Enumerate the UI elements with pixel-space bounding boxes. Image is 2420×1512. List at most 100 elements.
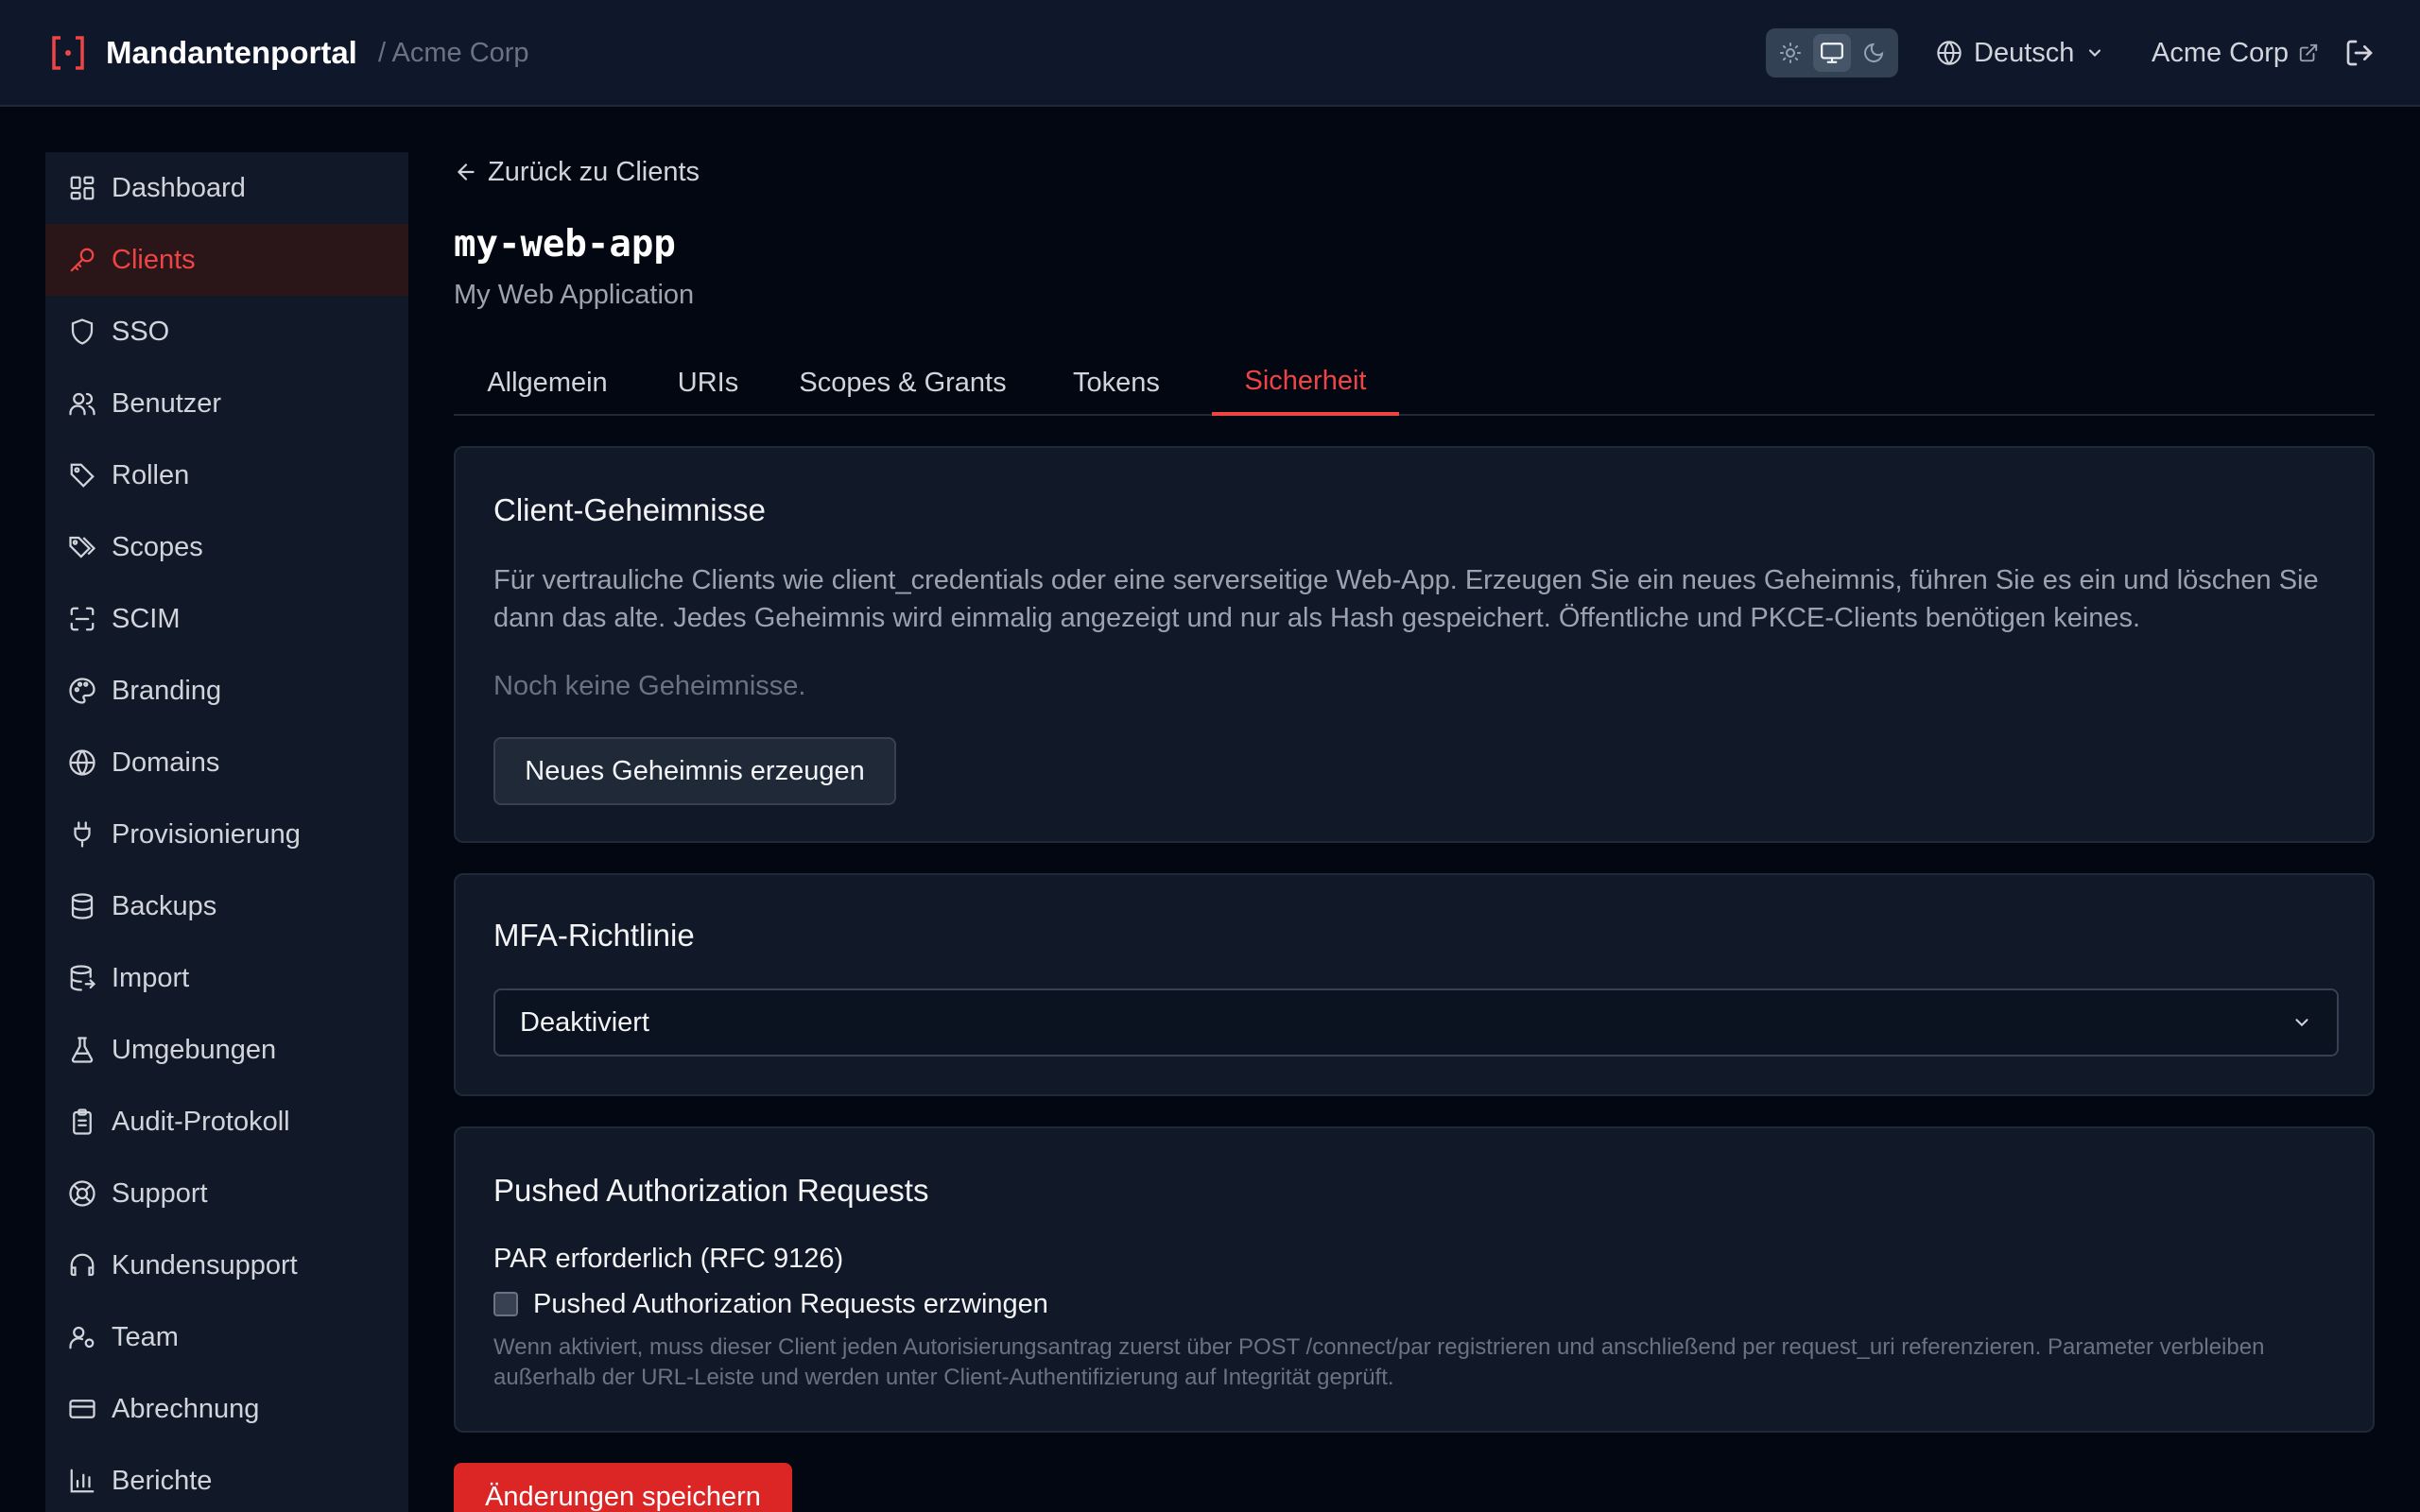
palette-icon	[69, 678, 95, 704]
sidebar-item-rollen[interactable]: Rollen	[45, 439, 408, 511]
sidebar-item-support[interactable]: Support	[45, 1158, 408, 1229]
flask-icon	[71, 1037, 94, 1063]
sidebar-item-label: Benutzer	[112, 387, 222, 419]
card-title: Pushed Authorization Requests	[493, 1173, 929, 1208]
tab-tokens[interactable]: Tokens	[1046, 350, 1187, 416]
database-icon	[71, 893, 94, 919]
database-import-icon	[70, 965, 96, 991]
dashboard-icon	[70, 176, 95, 200]
tenant-breadcrumb: / Acme Corp	[378, 38, 529, 68]
sidebar-item-abrechnung[interactable]: Abrechnung	[45, 1373, 408, 1445]
theme-toggle	[1766, 28, 1898, 77]
sidebar: Dashboard Clients SSO Benutzer Rollen Sc…	[45, 152, 408, 1512]
top-bar: Mandantenportal / Acme Corp Deutsch Acme…	[0, 0, 2420, 107]
sidebar-item-label: Scopes	[112, 531, 203, 562]
sidebar-item-label: Branding	[112, 675, 222, 706]
clipboard-icon	[73, 1108, 92, 1135]
chevron-down-icon	[2295, 1019, 2308, 1027]
par-checkbox-row[interactable]: Pushed Authorization Requests erzwingen	[493, 1285, 1048, 1323]
sidebar-item-label: Provisionierung	[112, 818, 301, 850]
generate-secret-button[interactable]: Neues Geheimnis erzeugen	[493, 737, 896, 805]
logo-icon	[52, 36, 84, 70]
moon-icon	[1864, 43, 1884, 62]
tab-sicherheit[interactable]: Sicherheit	[1212, 350, 1399, 416]
sidebar-item-import[interactable]: Import	[45, 942, 408, 1014]
sidebar-item-domains[interactable]: Domains	[45, 727, 408, 799]
sidebar-item-label: Domains	[112, 747, 220, 778]
tab-uris[interactable]: URIs	[658, 350, 758, 416]
back-to-clients-link[interactable]: Zurück zu Clients	[454, 153, 700, 191]
sidebar-item-scopes[interactable]: Scopes	[45, 511, 408, 583]
sidebar-item-label: Clients	[112, 244, 196, 275]
tags-icon	[69, 536, 96, 558]
sidebar-item-label: Dashboard	[112, 172, 246, 203]
empty-state-text: Noch keine Geheimnisse.	[493, 671, 806, 701]
select-value: Deaktiviert	[520, 1006, 649, 1038]
sidebar-item-team[interactable]: Team	[45, 1301, 408, 1373]
sun-icon	[1780, 43, 1801, 63]
logout-icon[interactable]	[2344, 38, 2375, 68]
app-title[interactable]: Mandantenportal	[106, 34, 357, 72]
user-cog-icon	[69, 1326, 95, 1349]
lifebuoy-icon	[69, 1180, 95, 1207]
monitor-icon	[1821, 43, 1843, 63]
sidebar-item-provisionierung[interactable]: Provisionierung	[45, 799, 408, 870]
mfa-policy-select[interactable]: Deaktiviert	[493, 988, 2339, 1057]
back-link-label: Zurück zu Clients	[488, 156, 700, 187]
card-title: Client-Geheimnisse	[493, 492, 766, 527]
sidebar-item-label: Backups	[112, 890, 217, 921]
tab-scopes-grants[interactable]: Scopes & Grants	[777, 350, 1028, 416]
sidebar-item-label: Kundensupport	[112, 1249, 298, 1280]
language-label: Deutsch	[1974, 37, 2075, 68]
checkbox-label: Pushed Authorization Requests erzwingen	[533, 1288, 1048, 1319]
theme-dark-button[interactable]	[1855, 34, 1893, 72]
external-link-icon	[2299, 43, 2318, 62]
sidebar-item-berichte[interactable]: Berichte	[45, 1445, 408, 1512]
par-help-text: Wenn aktiviert, muss dieser Client jeden…	[493, 1334, 2265, 1390]
plug-icon	[74, 821, 91, 848]
scan-icon	[70, 607, 95, 631]
globe-icon	[69, 749, 95, 776]
sidebar-item-label: Audit-Protokoll	[112, 1106, 290, 1137]
tenant-external-link[interactable]: Acme Corp	[2152, 34, 2319, 72]
par-card: Pushed Authorization Requests PAR erford…	[454, 1126, 2375, 1433]
sidebar-item-dashboard[interactable]: Dashboard	[45, 152, 408, 224]
tag-icon	[70, 463, 95, 488]
sidebar-item-sso[interactable]: SSO	[45, 296, 408, 368]
par-field-label: PAR erforderlich (RFC 9126)	[493, 1244, 844, 1274]
sidebar-item-benutzer[interactable]: Benutzer	[45, 368, 408, 439]
sidebar-item-umgebungen[interactable]: Umgebungen	[45, 1014, 408, 1086]
credit-card-icon	[69, 1400, 95, 1418]
sidebar-item-label: Umgebungen	[112, 1034, 277, 1065]
arrow-left-icon	[457, 163, 475, 180]
sidebar-item-backups[interactable]: Backups	[45, 870, 408, 942]
card-description: Für vertrauliche Clients wie client_cred…	[493, 565, 2319, 633]
sidebar-item-label: Support	[112, 1177, 208, 1209]
bar-chart-icon	[70, 1469, 95, 1493]
sidebar-item-label: Abrechnung	[112, 1393, 260, 1424]
page-subtitle: My Web Application	[454, 280, 695, 310]
save-changes-button[interactable]: Änderungen speichern	[454, 1463, 792, 1512]
sidebar-item-audit-protokoll[interactable]: Audit-Protokoll	[45, 1086, 408, 1158]
sidebar-item-label: Rollen	[112, 459, 190, 490]
sidebar-item-scim[interactable]: SCIM	[45, 583, 408, 655]
tenant-link-label: Acme Corp	[2152, 37, 2290, 68]
sidebar-item-label: SCIM	[112, 603, 181, 634]
sidebar-item-kundensupport[interactable]: Kundensupport	[45, 1229, 408, 1301]
shield-icon	[71, 318, 94, 345]
par-checkbox[interactable]	[493, 1292, 518, 1316]
sidebar-item-branding[interactable]: Branding	[45, 655, 408, 727]
chevron-down-icon	[2089, 49, 2101, 57]
client-secrets-card: Client-Geheimnisse Für vertrauliche Clie…	[454, 446, 2375, 843]
sidebar-item-label: Team	[112, 1321, 179, 1352]
theme-system-button[interactable]	[1813, 34, 1851, 72]
tab-allgemein[interactable]: Allgemein	[454, 350, 641, 416]
sidebar-item-label: Import	[112, 962, 190, 993]
sidebar-item-label: Berichte	[112, 1465, 213, 1496]
sidebar-item-label: SSO	[112, 316, 170, 347]
sidebar-item-clients[interactable]: Clients	[45, 224, 408, 296]
page-title: my-web-app	[454, 223, 676, 266]
theme-light-button[interactable]	[1772, 34, 1809, 72]
language-selector[interactable]: Deutsch	[1936, 34, 2104, 72]
tab-bar: Allgemein URIs Scopes & Grants Tokens Si…	[454, 350, 2375, 416]
